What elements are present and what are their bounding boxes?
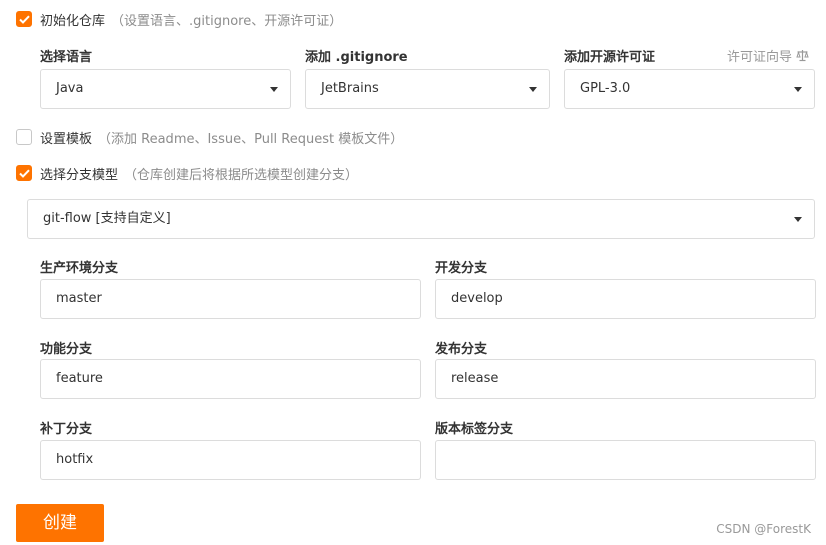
feature-branch-value: feature	[56, 371, 103, 386]
license-value: GPL-3.0	[580, 81, 631, 96]
init-repo-label[interactable]: 初始化仓库	[40, 10, 105, 29]
create-button[interactable]: 创建	[16, 504, 104, 542]
production-branch-label: 生产环境分支	[40, 261, 119, 276]
branch-model-label[interactable]: 选择分支模型	[40, 164, 118, 183]
feature-branch-input[interactable]: feature	[40, 359, 421, 399]
checkmark-icon	[18, 15, 30, 24]
scale-icon	[796, 50, 809, 62]
init-repo-checkbox[interactable]	[16, 11, 32, 27]
hotfix-branch-label: 补丁分支	[40, 422, 93, 437]
template-hint: （添加 Readme、Issue、Pull Request 模板文件）	[98, 131, 404, 147]
chevron-down-icon	[794, 87, 802, 92]
license-label: 添加开源许可证	[564, 50, 656, 65]
version-tag-branch-label: 版本标签分支	[435, 422, 514, 437]
branch-model-checkbox[interactable]	[16, 165, 32, 181]
release-branch-label: 发布分支	[435, 342, 488, 357]
develop-branch-value: develop	[451, 291, 503, 306]
gitignore-select[interactable]: JetBrains	[305, 69, 550, 109]
template-label[interactable]: 设置模板	[40, 128, 92, 147]
develop-branch-input[interactable]: develop	[435, 279, 816, 319]
template-checkbox[interactable]	[16, 129, 32, 145]
gitignore-value: JetBrains	[321, 81, 379, 96]
gitignore-label: 添加 .gitignore	[305, 50, 408, 65]
license-guide-link[interactable]: 许可证向导	[727, 46, 809, 65]
init-repo-row: 初始化仓库 （设置语言、.gitignore、开源许可证）	[16, 9, 342, 29]
chevron-down-icon	[270, 87, 278, 92]
license-select[interactable]: GPL-3.0	[564, 69, 815, 109]
hotfix-branch-value: hotfix	[56, 452, 94, 467]
branch-model-hint: （仓库创建后将根据所选模型创建分支）	[124, 167, 359, 183]
branch-model-value: git-flow [支持自定义]	[43, 211, 171, 226]
chevron-down-icon	[794, 217, 802, 222]
init-repo-hint: （设置语言、.gitignore、开源许可证）	[111, 13, 343, 29]
production-branch-input[interactable]: master	[40, 279, 421, 319]
version-tag-branch-input[interactable]	[435, 440, 816, 480]
language-label: 选择语言	[40, 50, 93, 65]
feature-branch-label: 功能分支	[40, 342, 93, 357]
release-branch-input[interactable]: release	[435, 359, 816, 399]
license-guide-label: 许可证向导	[727, 50, 793, 65]
checkmark-icon	[18, 169, 30, 178]
chevron-down-icon	[529, 87, 537, 92]
develop-branch-label: 开发分支	[435, 261, 488, 276]
branch-model-row: 选择分支模型 （仓库创建后将根据所选模型创建分支）	[16, 163, 358, 183]
release-branch-value: release	[451, 371, 499, 386]
language-value: Java	[56, 81, 84, 96]
watermark: CSDN @ForestK	[716, 522, 811, 536]
production-branch-value: master	[56, 291, 102, 306]
template-row: 设置模板 （添加 Readme、Issue、Pull Request 模板文件）	[16, 127, 403, 147]
branch-model-select[interactable]: git-flow [支持自定义]	[27, 199, 815, 239]
hotfix-branch-input[interactable]: hotfix	[40, 440, 421, 480]
language-select[interactable]: Java	[40, 69, 291, 109]
